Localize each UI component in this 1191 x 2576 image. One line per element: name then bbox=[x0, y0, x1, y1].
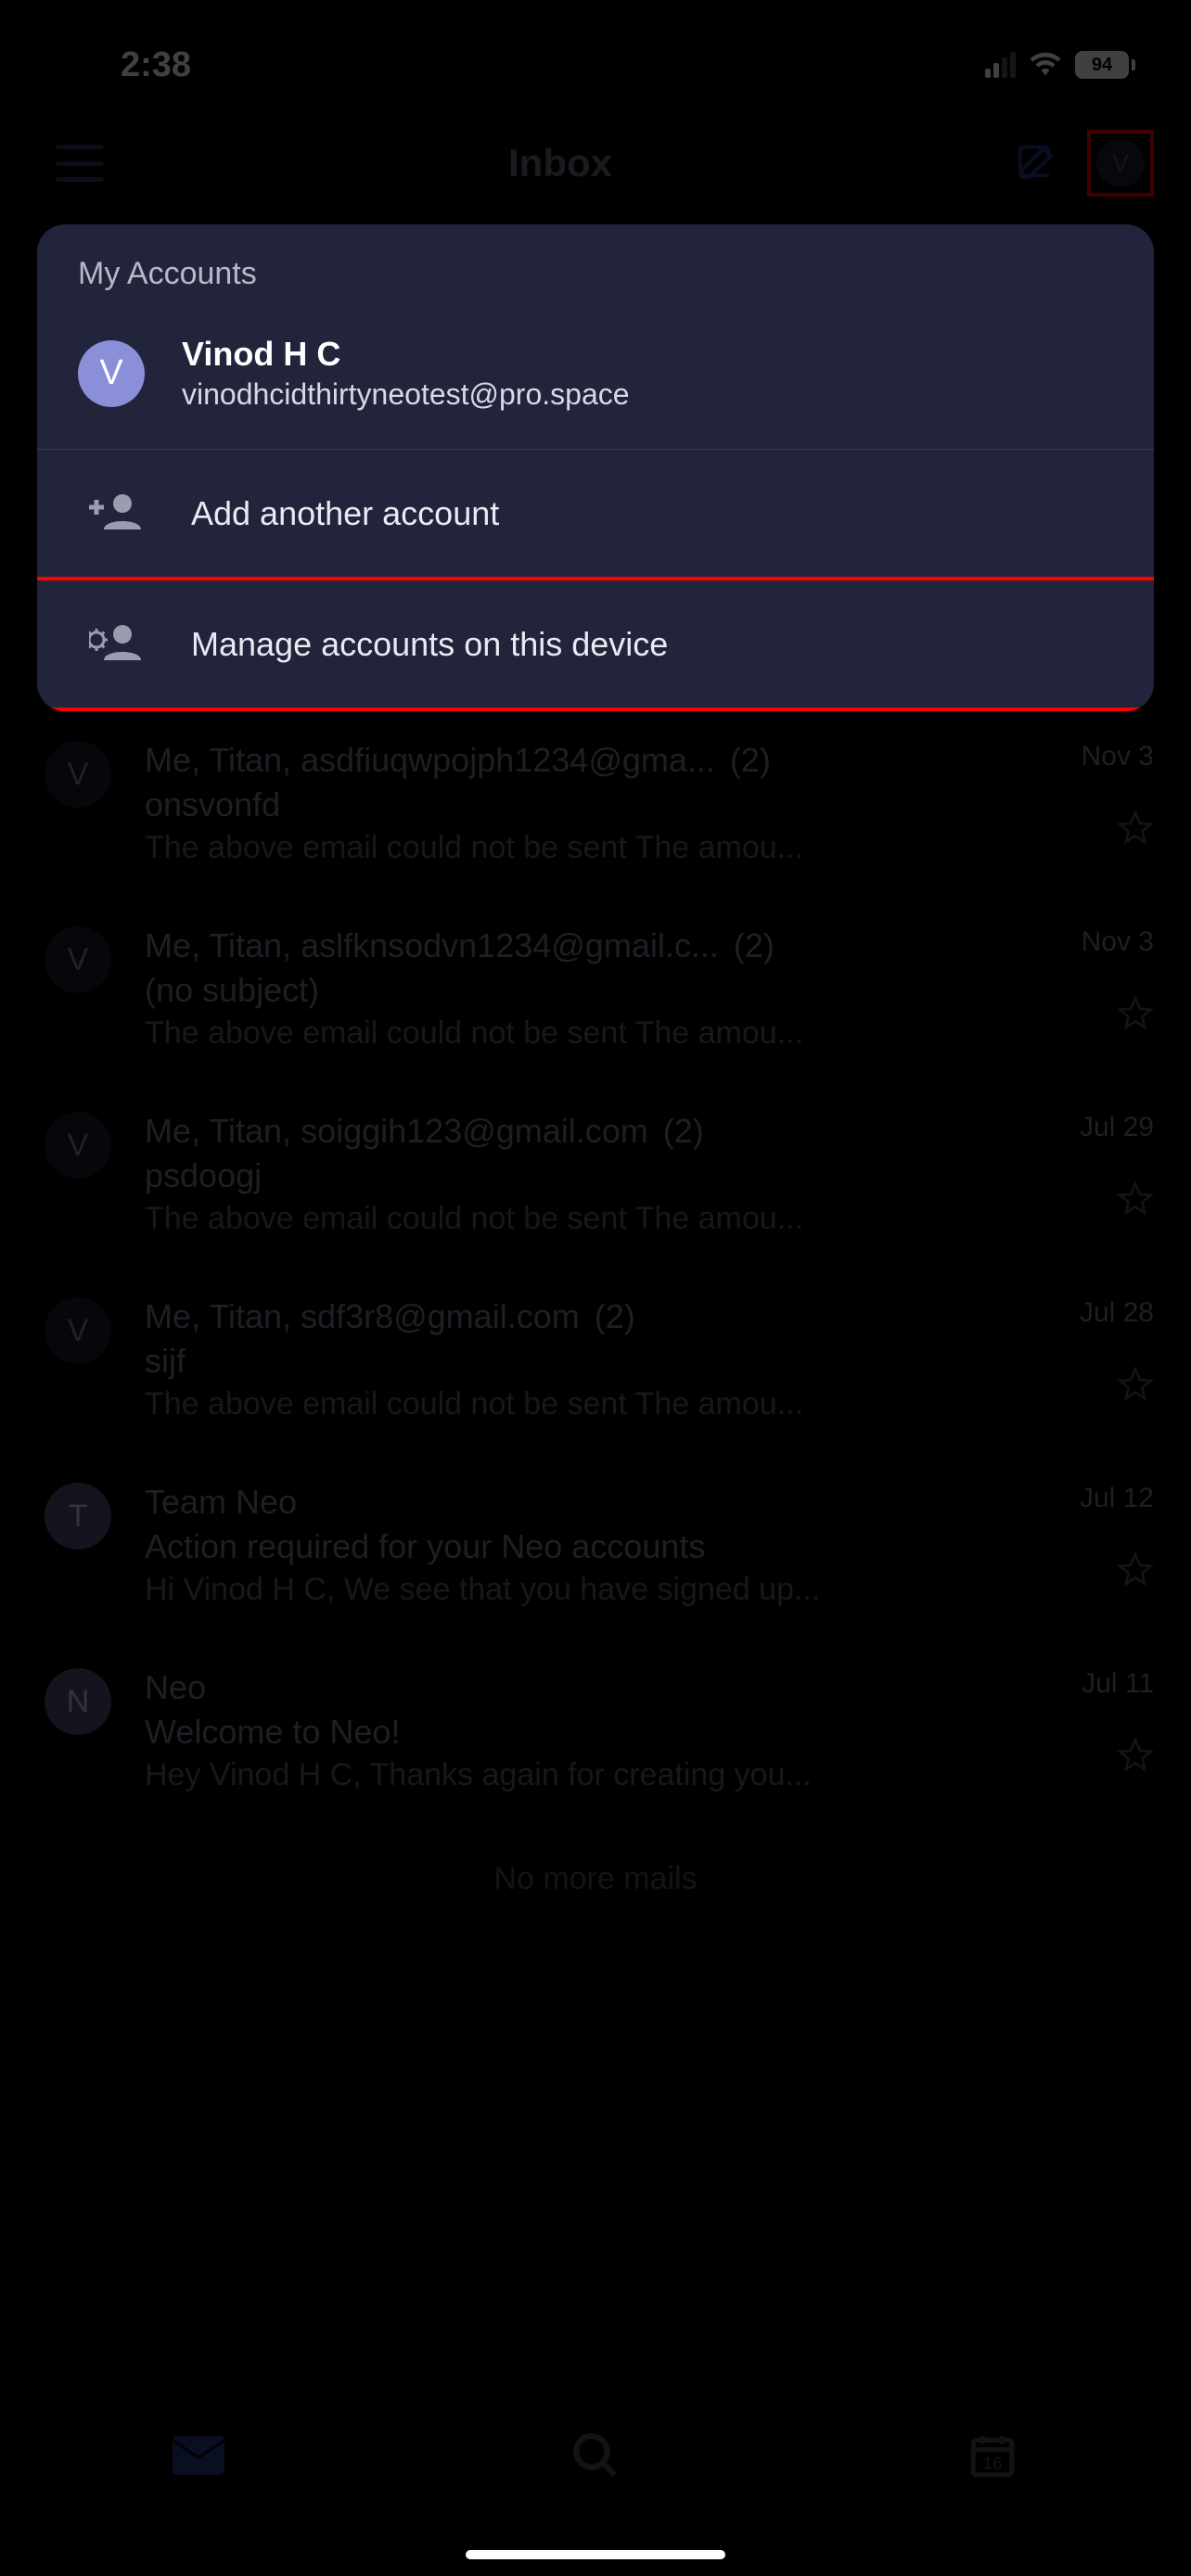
sender-avatar: V bbox=[45, 1112, 111, 1179]
email-date: Nov 3 bbox=[1082, 741, 1154, 772]
no-more-mails: No more mails bbox=[0, 1824, 1191, 1934]
email-thread-count: (2) bbox=[663, 1112, 704, 1151]
email-item[interactable]: N Neo Welcome to Neo! Hey Vinod H C, Tha… bbox=[0, 1639, 1191, 1824]
email-preview: The above email could not be sent The am… bbox=[145, 1386, 1009, 1422]
home-indicator[interactable] bbox=[466, 2550, 725, 2559]
compose-icon[interactable] bbox=[1017, 140, 1059, 187]
status-bar: 2:38 94 bbox=[0, 0, 1191, 111]
email-from: Neo bbox=[145, 1668, 206, 1707]
email-from: Me, Titan, sdf3r8@gmail.com bbox=[145, 1297, 580, 1336]
email-date: Jul 28 bbox=[1080, 1297, 1154, 1329]
manage-accounts-label: Manage accounts on this device bbox=[191, 625, 668, 664]
accounts-panel: My Accounts V Vinod H C vinodhcidthirtyn… bbox=[37, 224, 1154, 711]
sender-avatar: V bbox=[45, 926, 111, 993]
svg-text:16: 16 bbox=[983, 2454, 1003, 2473]
email-subject: psdoogj bbox=[145, 1156, 1009, 1195]
account-email: vinodhcidthirtyneotest@pro.space bbox=[182, 377, 630, 412]
email-item[interactable]: T Team Neo Action required for your Neo … bbox=[0, 1453, 1191, 1639]
tab-search[interactable] bbox=[558, 2418, 633, 2493]
star-icon[interactable] bbox=[1117, 1551, 1154, 1593]
sender-avatar: V bbox=[45, 1297, 111, 1364]
star-icon[interactable] bbox=[1117, 1180, 1154, 1222]
star-icon[interactable] bbox=[1117, 810, 1154, 851]
email-subject: (no subject) bbox=[145, 971, 1009, 1010]
email-thread-count: (2) bbox=[595, 1297, 635, 1336]
tab-bar: 16 bbox=[0, 2391, 1191, 2576]
app-header: Inbox V bbox=[0, 111, 1191, 224]
battery-icon: 94 bbox=[1075, 51, 1135, 79]
menu-icon[interactable] bbox=[56, 145, 104, 182]
email-item[interactable]: V Me, Titan, asdfiuqwpojph1234@gma... (2… bbox=[0, 711, 1191, 897]
email-from: Me, Titan, asdfiuqwpojph1234@gma... bbox=[145, 741, 715, 780]
email-subject: sijf bbox=[145, 1342, 1009, 1381]
account-avatar-button[interactable]: V bbox=[1096, 139, 1145, 187]
email-thread-count: (2) bbox=[734, 926, 775, 965]
email-thread-count: (2) bbox=[730, 741, 771, 780]
email-date: Jul 11 bbox=[1082, 1668, 1154, 1700]
email-subject: Welcome to Neo! bbox=[145, 1713, 1009, 1752]
sender-avatar: T bbox=[45, 1483, 111, 1549]
manage-accounts-icon bbox=[89, 623, 141, 665]
email-item[interactable]: V Me, Titan, sdf3r8@gmail.com (2) sijf T… bbox=[0, 1268, 1191, 1453]
email-item[interactable]: V Me, Titan, aslfknsodvn1234@gmail.c... … bbox=[0, 897, 1191, 1082]
page-title: Inbox bbox=[508, 141, 612, 185]
wifi-icon bbox=[1029, 50, 1062, 81]
account-name: Vinod H C bbox=[182, 335, 630, 374]
email-preview: The above email could not be sent The am… bbox=[145, 830, 1009, 866]
star-icon[interactable] bbox=[1117, 1366, 1154, 1408]
manage-accounts-button[interactable]: Manage accounts on this device bbox=[37, 577, 1154, 711]
add-account-label: Add another account bbox=[191, 494, 499, 533]
status-indicators: 94 bbox=[985, 50, 1135, 81]
highlight-avatar: V bbox=[1087, 130, 1154, 197]
tab-mail[interactable] bbox=[161, 2418, 236, 2493]
add-account-button[interactable]: Add another account bbox=[37, 450, 1154, 577]
tab-calendar[interactable]: 16 bbox=[955, 2418, 1030, 2493]
email-preview: Hey Vinod H C, Thanks again for creating… bbox=[145, 1757, 1009, 1793]
cellular-icon bbox=[985, 52, 1016, 78]
email-date: Jul 12 bbox=[1080, 1483, 1154, 1514]
email-from: Me, Titan, aslfknsodvn1234@gmail.c... bbox=[145, 926, 719, 965]
star-icon[interactable] bbox=[1117, 995, 1154, 1037]
email-preview: The above email could not be sent The am… bbox=[145, 1201, 1009, 1237]
email-date: Jul 29 bbox=[1080, 1112, 1154, 1143]
email-from: Me, Titan, soiggih123@gmail.com bbox=[145, 1112, 648, 1151]
email-preview: Hi Vinod H C, We see that you have signe… bbox=[145, 1572, 1009, 1608]
email-date: Nov 3 bbox=[1082, 926, 1154, 958]
star-icon[interactable] bbox=[1117, 1737, 1154, 1779]
panel-title: My Accounts bbox=[37, 224, 1154, 318]
account-avatar: V bbox=[78, 340, 145, 407]
sender-avatar: N bbox=[45, 1668, 111, 1735]
email-list: V Me, Titan, asdfiuqwpojph1234@gma... (2… bbox=[0, 711, 1191, 1934]
email-subject: onsvonfd bbox=[145, 785, 1009, 824]
current-account-row[interactable]: V Vinod H C vinodhcidthirtyneotest@pro.s… bbox=[37, 318, 1154, 449]
add-person-icon bbox=[89, 492, 141, 534]
email-preview: The above email could not be sent The am… bbox=[145, 1015, 1009, 1052]
email-subject: Action required for your Neo accounts bbox=[145, 1527, 1009, 1566]
email-item[interactable]: V Me, Titan, soiggih123@gmail.com (2) ps… bbox=[0, 1082, 1191, 1268]
email-from: Team Neo bbox=[145, 1483, 297, 1522]
sender-avatar: V bbox=[45, 741, 111, 808]
status-time: 2:38 bbox=[121, 45, 191, 85]
